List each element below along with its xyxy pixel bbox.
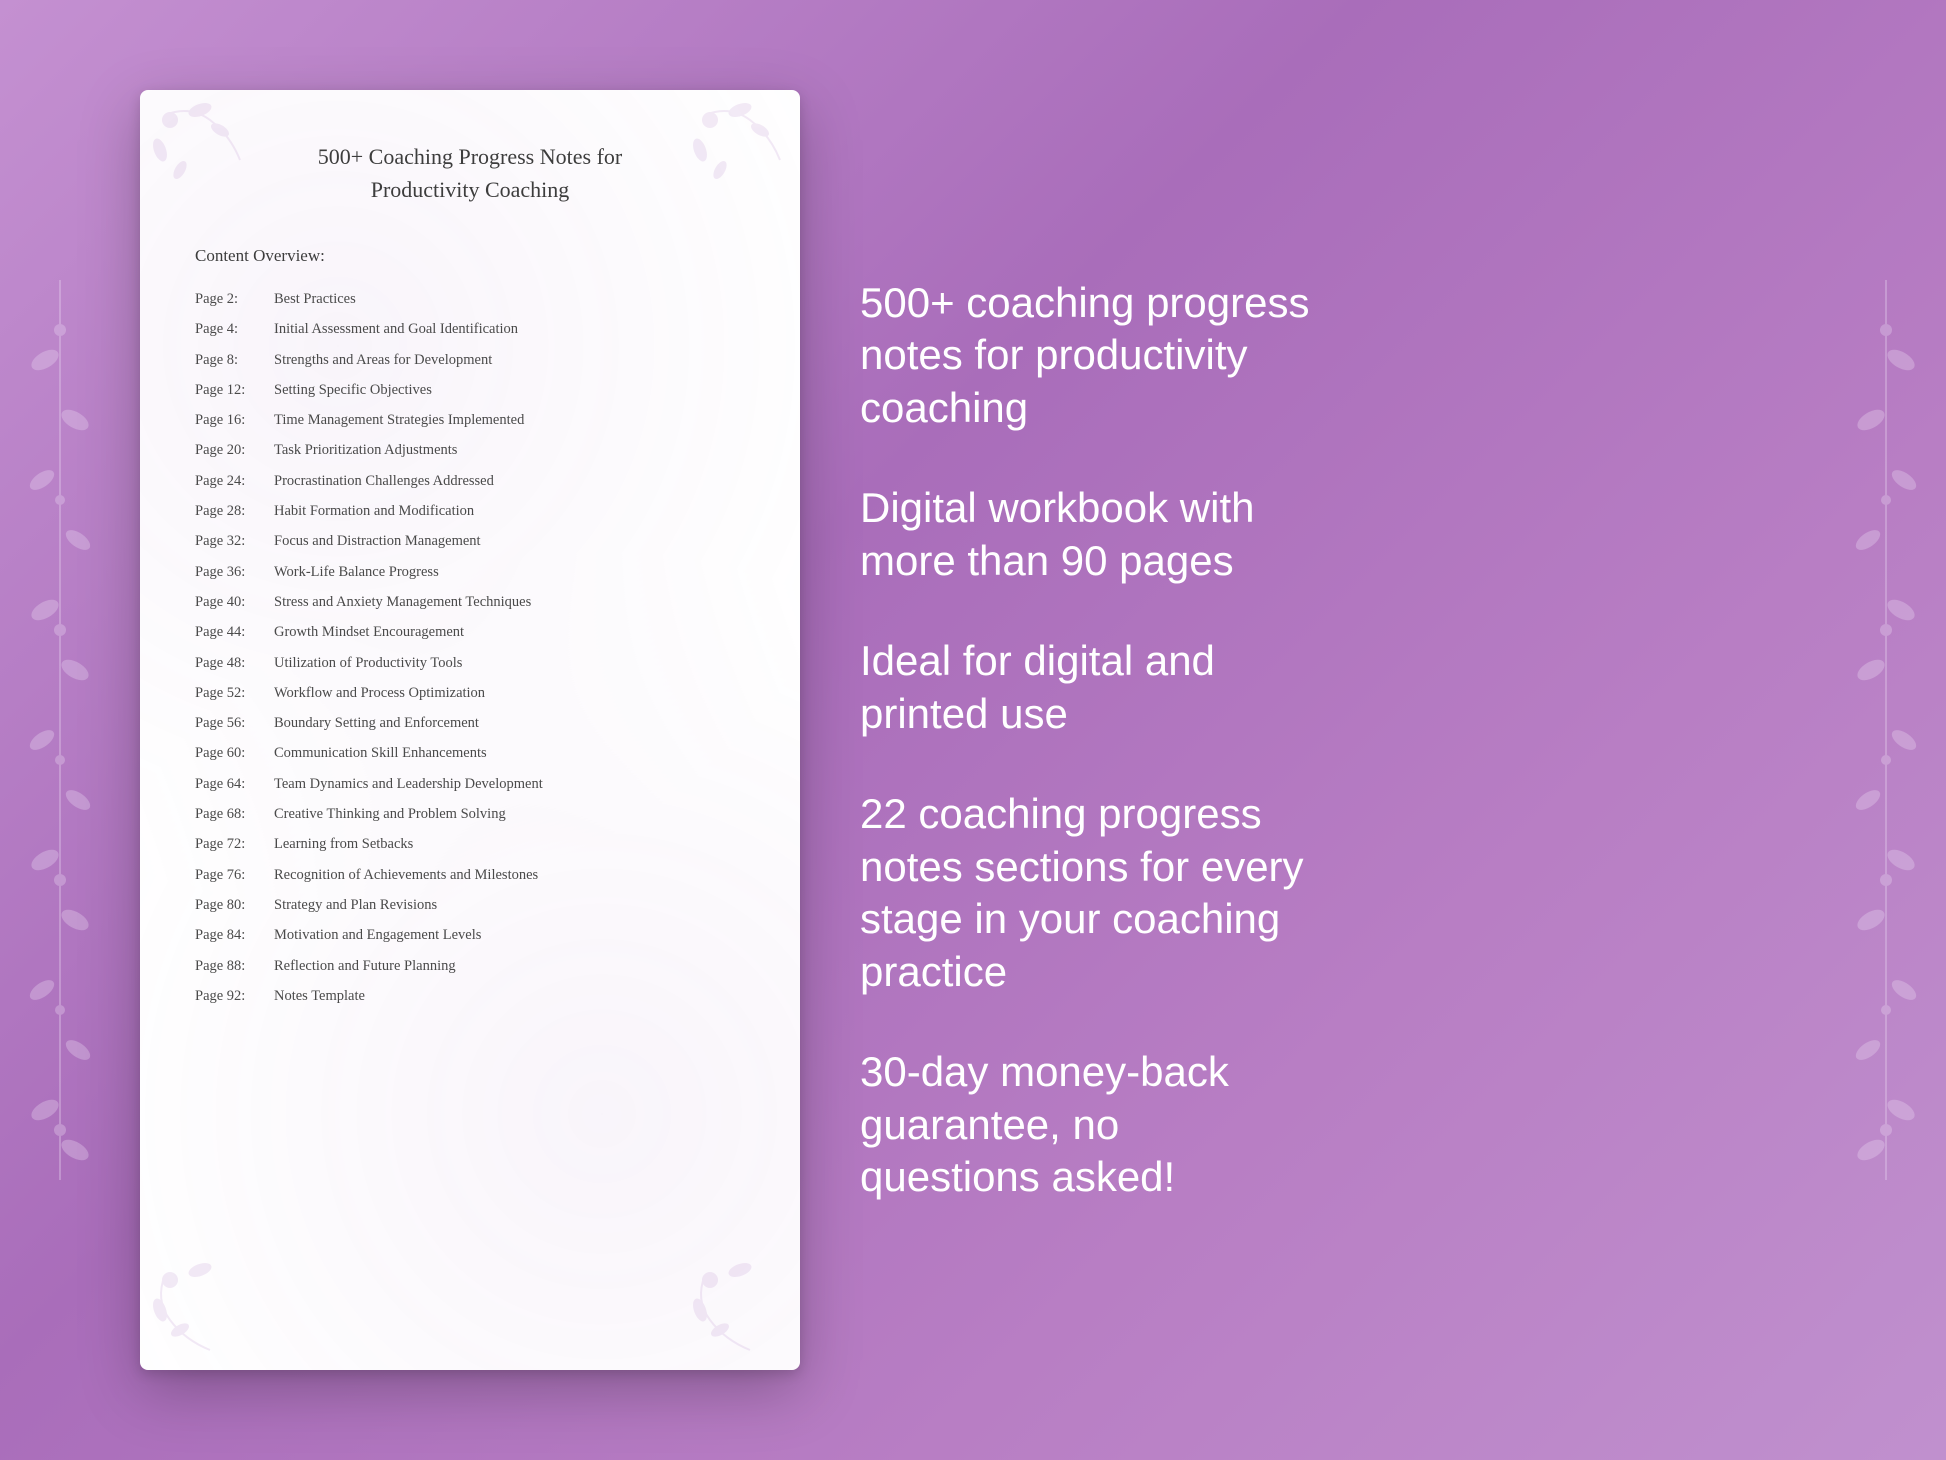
toc-entry: Page 16:Time Management Strategies Imple… (195, 405, 745, 435)
toc-entry-text: Strengths and Areas for Development (274, 350, 492, 370)
feature-item-1: 500+ coaching progress notes for product… (860, 277, 1866, 435)
toc-page-number: Page 92: (195, 986, 270, 1006)
toc-entry-text: Strategy and Plan Revisions (274, 895, 437, 915)
corner-decoration-bl (150, 1240, 270, 1360)
toc-entry-text: Creative Thinking and Problem Solving (274, 804, 506, 824)
toc-entry-text: Motivation and Engagement Levels (274, 925, 481, 945)
toc-page-number: Page 84: (195, 925, 270, 945)
toc-section-title: Content Overview: (195, 246, 745, 266)
toc-entry-text: Learning from Setbacks (274, 834, 413, 854)
toc-entry-text: Task Prioritization Adjustments (274, 440, 457, 460)
toc-entry: Page 2:Best Practices (195, 284, 745, 314)
document-content: 500+ Coaching Progress Notes for Product… (195, 140, 745, 1011)
document-preview: 500+ Coaching Progress Notes for Product… (140, 90, 800, 1370)
toc-entry: Page 36:Work-Life Balance Progress (195, 557, 745, 587)
toc-entry: Page 68:Creative Thinking and Problem So… (195, 799, 745, 829)
toc-page-number: Page 60: (195, 743, 270, 763)
toc-page-number: Page 88: (195, 956, 270, 976)
toc-entry-text: Initial Assessment and Goal Identificati… (274, 319, 518, 339)
toc-entry: Page 84:Motivation and Engagement Levels (195, 920, 745, 950)
toc-entry-text: Habit Formation and Modification (274, 501, 474, 521)
toc-entry-text: Setting Specific Objectives (274, 380, 432, 400)
toc-page-number: Page 32: (195, 531, 270, 551)
toc-entry: Page 28:Habit Formation and Modification (195, 496, 745, 526)
toc-entry: Page 92:Notes Template (195, 981, 745, 1011)
toc-page-number: Page 80: (195, 895, 270, 915)
table-of-contents: Page 2:Best PracticesPage 4:Initial Asse… (195, 284, 745, 1011)
toc-entry-text: Boundary Setting and Enforcement (274, 713, 479, 733)
doc-title-line1: 500+ Coaching Progress Notes for (318, 144, 622, 169)
corner-decoration-br (670, 1240, 790, 1360)
toc-entry: Page 4:Initial Assessment and Goal Ident… (195, 314, 745, 344)
toc-entry-text: Focus and Distraction Management (274, 531, 481, 551)
toc-entry-text: Procrastination Challenges Addressed (274, 471, 494, 491)
toc-entry: Page 12:Setting Specific Objectives (195, 375, 745, 405)
toc-page-number: Page 56: (195, 713, 270, 733)
toc-entry: Page 24:Procrastination Challenges Addre… (195, 466, 745, 496)
document-title: 500+ Coaching Progress Notes for Product… (195, 140, 745, 206)
toc-page-number: Page 36: (195, 562, 270, 582)
toc-entry: Page 64:Team Dynamics and Leadership Dev… (195, 769, 745, 799)
toc-entry-text: Workflow and Process Optimization (274, 683, 485, 703)
feature-item-4: 22 coaching progress notes sections for … (860, 788, 1866, 998)
toc-entry: Page 20:Task Prioritization Adjustments (195, 435, 745, 465)
toc-page-number: Page 64: (195, 774, 270, 794)
toc-page-number: Page 76: (195, 865, 270, 885)
toc-page-number: Page 24: (195, 471, 270, 491)
toc-page-number: Page 28: (195, 501, 270, 521)
toc-entry-text: Time Management Strategies Implemented (274, 410, 524, 430)
toc-page-number: Page 68: (195, 804, 270, 824)
toc-entry-text: Best Practices (274, 289, 356, 309)
toc-entry: Page 72:Learning from Setbacks (195, 829, 745, 859)
features-list: 500+ coaching progress notes for product… (860, 257, 1866, 1204)
feature-item-3: Ideal for digital and printed use (860, 635, 1866, 740)
toc-entry-text: Work-Life Balance Progress (274, 562, 439, 582)
toc-page-number: Page 52: (195, 683, 270, 703)
toc-page-number: Page 48: (195, 653, 270, 673)
toc-entry-text: Recognition of Achievements and Mileston… (274, 865, 538, 885)
toc-entry: Page 44:Growth Mindset Encouragement (195, 617, 745, 647)
toc-entry: Page 40:Stress and Anxiety Management Te… (195, 587, 745, 617)
doc-title-line2: Productivity Coaching (371, 177, 570, 202)
toc-page-number: Page 72: (195, 834, 270, 854)
feature-item-2: Digital workbook with more than 90 pages (860, 482, 1866, 587)
toc-entry-text: Utilization of Productivity Tools (274, 653, 462, 673)
toc-entry-text: Reflection and Future Planning (274, 956, 456, 976)
toc-page-number: Page 4: (195, 319, 270, 339)
toc-entry-text: Team Dynamics and Leadership Development (274, 774, 543, 794)
main-content: 500+ Coaching Progress Notes for Product… (0, 0, 1946, 1460)
toc-entry: Page 52:Workflow and Process Optimizatio… (195, 678, 745, 708)
toc-page-number: Page 40: (195, 592, 270, 612)
toc-entry: Page 60:Communication Skill Enhancements (195, 738, 745, 768)
toc-page-number: Page 16: (195, 410, 270, 430)
toc-page-number: Page 44: (195, 622, 270, 642)
toc-page-number: Page 20: (195, 440, 270, 460)
feature-item-5: 30-day money-back guarantee, no question… (860, 1046, 1866, 1204)
toc-page-number: Page 2: (195, 289, 270, 309)
toc-entry: Page 8:Strengths and Areas for Developme… (195, 345, 745, 375)
toc-entry: Page 56:Boundary Setting and Enforcement (195, 708, 745, 738)
toc-page-number: Page 8: (195, 350, 270, 370)
toc-entry-text: Communication Skill Enhancements (274, 743, 487, 763)
toc-entry-text: Stress and Anxiety Management Techniques (274, 592, 531, 612)
toc-entry: Page 76:Recognition of Achievements and … (195, 860, 745, 890)
toc-entry-text: Growth Mindset Encouragement (274, 622, 464, 642)
toc-entry: Page 32:Focus and Distraction Management (195, 526, 745, 556)
toc-page-number: Page 12: (195, 380, 270, 400)
toc-entry: Page 88:Reflection and Future Planning (195, 951, 745, 981)
toc-entry-text: Notes Template (274, 986, 365, 1006)
toc-entry: Page 48:Utilization of Productivity Tool… (195, 648, 745, 678)
toc-entry: Page 80:Strategy and Plan Revisions (195, 890, 745, 920)
